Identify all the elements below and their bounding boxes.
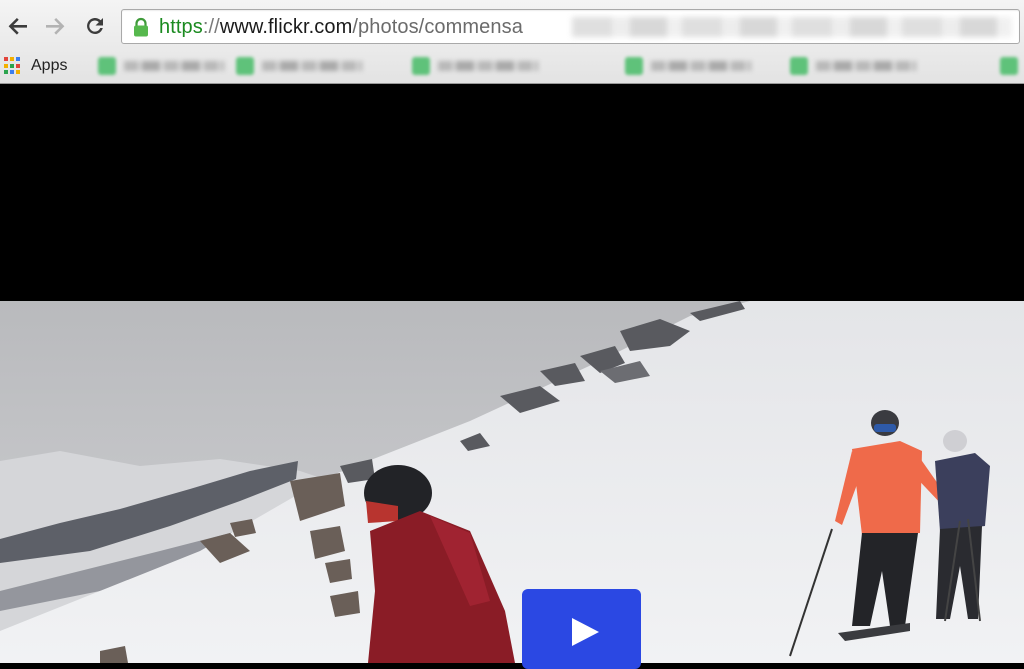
video-thumbnail[interactable] [0,301,1024,663]
bookmarks-bar: Apps [0,50,1024,83]
forward-button[interactable] [41,12,69,40]
play-button[interactable] [522,589,641,669]
apps-shortcut[interactable]: Apps [4,54,67,78]
back-arrow-icon [8,18,27,35]
url-redacted [572,17,1012,37]
bookmark-favicon-icon [236,57,254,75]
bookmark-favicon-icon [625,57,643,75]
apps-grid-icon [4,57,22,75]
url-text: https://www.flickr.com/photos/commensa [159,16,523,38]
bookmark-item[interactable] [625,55,765,77]
browser-chrome: https://www.flickr.com/photos/commensa A… [0,0,1024,84]
bookmark-favicon-icon [1000,57,1018,75]
url-scheme: https [159,16,203,38]
forward-arrow-icon [46,18,65,35]
browser-toolbar: https://www.flickr.com/photos/commensa [0,0,1024,50]
ski-slope-scene [0,301,1024,663]
url-host: www.flickr.com [219,16,353,38]
bookmark-item[interactable] [412,55,552,77]
video-letterbox [0,84,1024,301]
bookmark-favicon-icon [790,57,808,75]
lock-icon [134,17,148,37]
bookmark-item[interactable] [236,55,376,77]
bookmark-redacted-label [262,61,362,71]
bookmark-favicon-icon [412,57,430,75]
bookmark-redacted-label [438,61,538,71]
play-icon [572,618,599,646]
bookmark-item[interactable] [1000,55,1024,77]
reload-button[interactable] [81,12,109,40]
url-path: /photos/commensa [352,16,523,38]
bookmark-redacted-label [651,61,751,71]
url-separator: :// [202,16,220,38]
bookmark-redacted-label [124,61,224,71]
bookmark-item[interactable] [98,55,238,77]
back-button[interactable] [4,12,32,40]
apps-label: Apps [31,57,68,74]
bookmark-favicon-icon [98,57,116,75]
bookmark-item[interactable] [790,55,930,77]
address-bar[interactable]: https://www.flickr.com/photos/commensa [121,9,1020,44]
bookmark-redacted-label [816,61,916,71]
reload-icon [87,17,103,34]
